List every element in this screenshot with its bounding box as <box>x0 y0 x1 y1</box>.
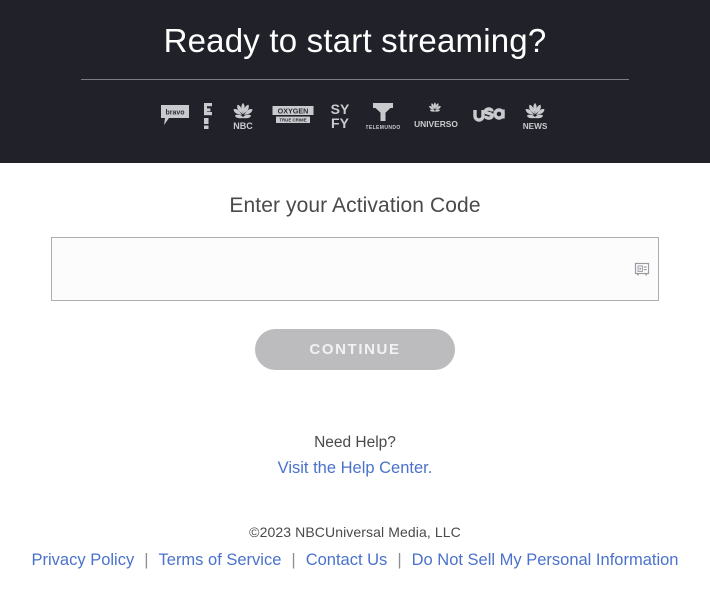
syfy-logo-icon: SY FY <box>327 100 353 132</box>
footer-link-contact-us[interactable]: Contact Us <box>306 551 388 570</box>
continue-button[interactable]: CONTINUE <box>255 329 455 370</box>
svg-text:FY: FY <box>331 115 350 131</box>
activation-code-field-wrapper <box>51 237 659 301</box>
svg-text:TRUE CRIME: TRUE CRIME <box>279 118 306 123</box>
activation-code-input[interactable] <box>51 237 659 301</box>
activation-code-label: Enter your Activation Code <box>229 194 481 217</box>
network-logo-strip: bravo NBC OXYGEN TRUE CRIME SY FY TELEMU… <box>0 99 710 133</box>
help-section: Need Help? Visit the Help Center. <box>0 432 710 480</box>
footer-separator: | <box>397 551 402 569</box>
page-header: Ready to start streaming? bravo NBC OXYG… <box>0 0 710 163</box>
e-entertainment-logo-icon <box>203 100 214 132</box>
oxygen-true-crime-logo-icon: OXYGEN TRUE CRIME <box>272 100 314 132</box>
svg-text:bravo: bravo <box>165 110 184 117</box>
continue-button-wrapper: CONTINUE <box>0 329 710 370</box>
header-divider <box>81 79 629 80</box>
usa-logo-icon <box>472 100 506 132</box>
svg-text:NBC: NBC <box>233 121 253 131</box>
activation-form: Enter your Activation Code CONTINUE Need… <box>0 163 710 570</box>
nbc-news-logo-icon: NEWS <box>519 100 551 132</box>
need-help-text: Need Help? <box>314 434 396 451</box>
svg-text:OXYGEN: OXYGEN <box>277 107 308 116</box>
footer-link-privacy-policy[interactable]: Privacy Policy <box>32 551 135 570</box>
footer-link-do-not-sell[interactable]: Do Not Sell My Personal Information <box>412 551 679 570</box>
footer-separator: | <box>291 551 296 569</box>
svg-text:NEWS: NEWS <box>522 122 547 131</box>
page-footer: ©2023 NBCUniversal Media, LLC Privacy Po… <box>0 524 710 570</box>
copyright-text: ©2023 NBCUniversal Media, LLC <box>249 524 461 540</box>
nbc-logo-icon: NBC <box>227 100 259 132</box>
footer-link-terms-of-service[interactable]: Terms of Service <box>159 551 282 570</box>
help-center-link[interactable]: Visit the Help Center. <box>278 456 433 480</box>
universo-logo-icon: UNIVERSO <box>413 100 459 132</box>
page-title: Ready to start streaming? <box>163 22 547 59</box>
telemundo-logo-icon: TELEMUNDO <box>366 100 400 132</box>
footer-links: Privacy Policy | Terms of Service | Cont… <box>0 551 710 570</box>
svg-text:UNIVERSO: UNIVERSO <box>414 119 458 129</box>
footer-separator: | <box>144 551 149 569</box>
svg-text:TELEMUNDO: TELEMUNDO <box>366 125 400 131</box>
bravo-logo-icon: bravo <box>160 100 190 132</box>
